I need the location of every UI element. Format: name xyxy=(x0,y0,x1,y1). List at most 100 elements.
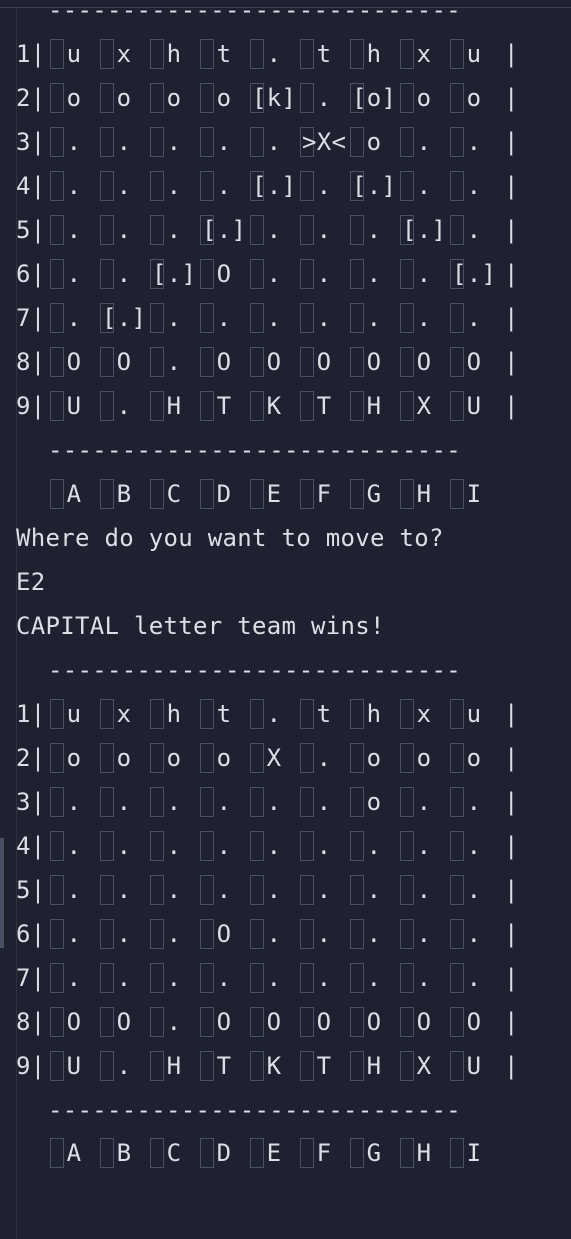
board-cell: . xyxy=(266,832,282,860)
board-cell: . xyxy=(466,304,482,332)
row-number: 4| xyxy=(16,172,46,200)
board-cell: . xyxy=(266,788,282,816)
board-cell: . xyxy=(316,832,332,860)
board-cell: o xyxy=(166,744,182,772)
board-cell: t xyxy=(216,700,232,728)
board-cell: o xyxy=(466,744,482,772)
row-number: 6| xyxy=(16,920,46,948)
row-end: | xyxy=(504,700,519,728)
row-end: | xyxy=(504,172,519,200)
board-cell: O xyxy=(116,1008,132,1036)
board-cell: . xyxy=(316,788,332,816)
row-end: | xyxy=(504,392,519,420)
board-row: 8| O O. O O O O O O | xyxy=(16,1000,566,1044)
board-cell: [.] xyxy=(152,260,197,288)
row-end: | xyxy=(504,744,519,772)
board-row: 1| u x h t. t h x u | xyxy=(16,692,566,736)
board-cell: o xyxy=(166,84,182,112)
board-cell: . xyxy=(466,832,482,860)
row-number: 9| xyxy=(16,392,46,420)
board-cell: O xyxy=(216,1008,232,1036)
board-cell: . xyxy=(366,216,382,244)
board-cell: . xyxy=(66,260,82,288)
board-cell: O xyxy=(66,1008,82,1036)
board-cell: . xyxy=(466,172,482,200)
column-row: A B C D E F G H I xyxy=(16,472,566,516)
board-cell: [k] xyxy=(252,84,297,112)
board-cell: x xyxy=(416,40,432,68)
board-cell: . xyxy=(316,216,332,244)
row-end: | xyxy=(504,964,519,992)
board-cell: . xyxy=(166,348,182,376)
row-end: | xyxy=(504,832,519,860)
board-cell: o xyxy=(366,788,382,816)
row-end: | xyxy=(504,216,519,244)
board-cell: o xyxy=(66,84,82,112)
board-cell: . xyxy=(416,920,432,948)
board-cell: . xyxy=(216,304,232,332)
board-cell: [.] xyxy=(402,216,447,244)
board-cell: . xyxy=(66,832,82,860)
board-cell: . xyxy=(116,920,132,948)
board-row: 3|..... >X< o.. | xyxy=(16,120,566,164)
board-row: 5|......... | xyxy=(16,868,566,912)
board-row: 2| o o o o X. o o o | xyxy=(16,736,566,780)
board-cell: o xyxy=(216,84,232,112)
row-number: 3| xyxy=(16,788,46,816)
separator-bottom-1: ---------------------------- xyxy=(48,436,461,464)
board-cell: . xyxy=(116,172,132,200)
column-label: G xyxy=(366,480,382,508)
board-cell: . xyxy=(116,260,132,288)
board-cell: . xyxy=(166,304,182,332)
board-cell: . xyxy=(116,788,132,816)
column-label: F xyxy=(316,1139,332,1167)
board-cell: . xyxy=(166,128,182,156)
board-cell: . xyxy=(166,832,182,860)
board-cell: . xyxy=(416,832,432,860)
board-cell: U xyxy=(66,392,82,420)
board-row: 2| o o o o [k]. [o] o o | xyxy=(16,76,566,120)
column-label: E xyxy=(266,1139,282,1167)
board-cell: T xyxy=(216,392,232,420)
board-cell: O xyxy=(66,348,82,376)
board-cell: K xyxy=(266,1052,282,1080)
scrollbar-thumb[interactable] xyxy=(0,838,4,948)
board-cell: . xyxy=(466,788,482,816)
separator-top: ---------------------------- xyxy=(48,0,461,24)
board-cell: . xyxy=(416,788,432,816)
board-cell: H xyxy=(366,392,382,420)
move-prompt: Where do you want to move to? xyxy=(16,524,444,552)
board-cell: . xyxy=(366,304,382,332)
board-cell: X xyxy=(416,392,432,420)
board-row: 4|......... | xyxy=(16,824,566,868)
board-cell: . xyxy=(416,964,432,992)
board-row: 3|...... o.. | xyxy=(16,780,566,824)
row-end: | xyxy=(504,1008,519,1036)
board-cell: . xyxy=(166,1008,182,1036)
row-end: | xyxy=(504,84,519,112)
board-cell: . xyxy=(266,920,282,948)
board-cell: T xyxy=(316,1052,332,1080)
row-number: 5| xyxy=(16,216,46,244)
board-cell: O xyxy=(216,348,232,376)
board-cell: . xyxy=(66,172,82,200)
row-number: 1| xyxy=(16,40,46,68)
board-cell: x xyxy=(116,40,132,68)
board-cell: o xyxy=(466,84,482,112)
board-cell: . xyxy=(316,744,332,772)
board-cell: O xyxy=(266,348,282,376)
board-cell: . xyxy=(66,128,82,156)
row-number: 2| xyxy=(16,744,46,772)
board-cell: O xyxy=(266,1008,282,1036)
board-cell: . xyxy=(116,216,132,244)
board-cell: . xyxy=(66,876,82,904)
board-cell: . xyxy=(166,216,182,244)
column-label: C xyxy=(166,1139,182,1167)
board-cell: . xyxy=(216,876,232,904)
board-cell: . xyxy=(116,1052,132,1080)
board-cell: T xyxy=(316,392,332,420)
board-cell: u xyxy=(466,40,482,68)
move-input[interactable]: E2 xyxy=(16,560,46,604)
row-number: 8| xyxy=(16,1008,46,1036)
column-label: A xyxy=(66,1139,82,1167)
